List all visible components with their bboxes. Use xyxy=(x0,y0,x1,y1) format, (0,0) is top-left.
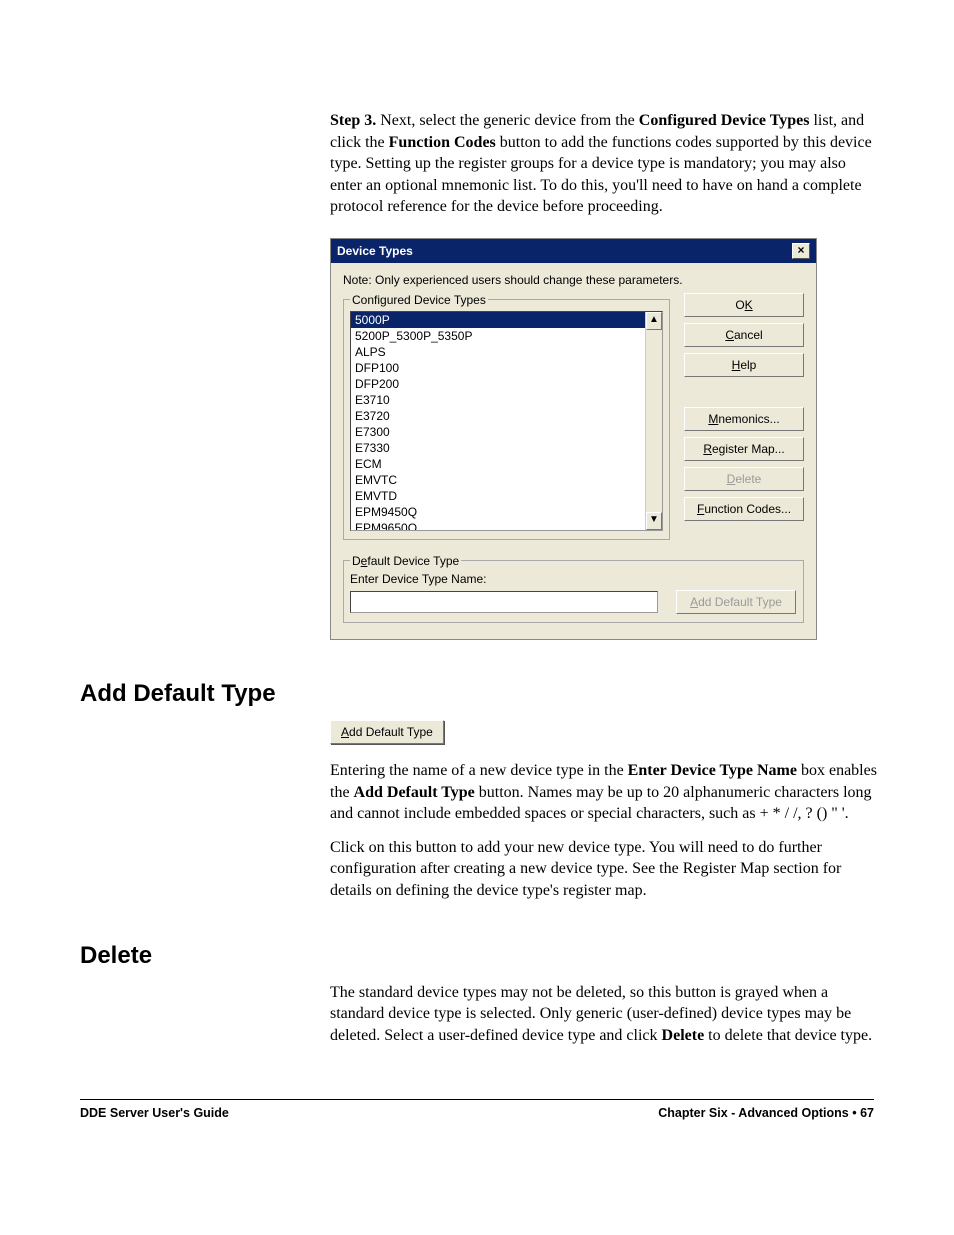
list-item[interactable]: EPM9450Q xyxy=(351,504,662,520)
add-default-p2: Click on this button to add your new dev… xyxy=(330,837,878,902)
add-default-p1: Entering the name of a new device type i… xyxy=(330,760,878,825)
add-default-type-button[interactable]: Add Default Type xyxy=(676,590,796,614)
page-footer: DDE Server User's Guide Chapter Six - Ad… xyxy=(80,1099,874,1120)
list-item[interactable]: EPM9650Q xyxy=(351,520,662,531)
list-item[interactable]: DFP200 xyxy=(351,376,662,392)
dialog-note: Note: Only experienced users should chan… xyxy=(343,273,804,287)
listbox-scrollbar[interactable]: ▲ ▼ xyxy=(645,312,662,530)
list-item[interactable]: ALPS xyxy=(351,344,662,360)
device-type-name-input[interactable] xyxy=(350,591,658,613)
function-codes-button[interactable]: Function Codes... xyxy=(684,497,804,521)
cancel-button[interactable]: Cancel xyxy=(684,323,804,347)
register-map-button[interactable]: Register Map... xyxy=(684,437,804,461)
list-item[interactable]: 5200P_5300P_5350P xyxy=(351,328,662,344)
heading-delete: Delete xyxy=(80,942,874,970)
scroll-down-icon[interactable]: ▼ xyxy=(646,512,662,530)
device-listbox[interactable]: 5000P5200P_5300P_5350PALPSDFP100DFP200E3… xyxy=(350,311,663,531)
ok-button[interactable]: OK xyxy=(684,293,804,317)
device-types-dialog: Device Types × Note: Only experienced us… xyxy=(330,238,817,640)
list-item[interactable]: ECM xyxy=(351,456,662,472)
configured-legend: Configured Device Types xyxy=(350,293,488,307)
footer-right: Chapter Six - Advanced Options • 67 xyxy=(658,1106,874,1120)
intro-block: Step 3. Next, select the generic device … xyxy=(330,110,878,640)
mnemonics-button[interactable]: Mnemonics... xyxy=(684,407,804,431)
list-item[interactable]: 5000P xyxy=(351,312,662,328)
footer-left: DDE Server User's Guide xyxy=(80,1106,229,1120)
default-legend: Default Device Type xyxy=(350,554,461,568)
step-label: Step 3. xyxy=(330,112,376,129)
scroll-up-icon[interactable]: ▲ xyxy=(646,312,662,330)
dialog-title: Device Types xyxy=(337,244,413,258)
delete-button[interactable]: Delete xyxy=(684,467,804,491)
list-item[interactable]: E3720 xyxy=(351,408,662,424)
list-item[interactable]: EMVTC xyxy=(351,472,662,488)
default-type-group: Default Device Type Enter Device Type Na… xyxy=(343,554,804,623)
list-item[interactable]: E7330 xyxy=(351,440,662,456)
enter-name-label: Enter Device Type Name: xyxy=(350,572,797,586)
delete-p1: The standard device types may not be del… xyxy=(330,982,878,1047)
list-item[interactable]: E3710 xyxy=(351,392,662,408)
close-icon[interactable]: × xyxy=(792,243,810,259)
step3-paragraph: Step 3. Next, select the generic device … xyxy=(330,110,878,218)
list-item[interactable]: E7300 xyxy=(351,424,662,440)
heading-add-default: Add Default Type xyxy=(80,680,874,708)
configured-group: Configured Device Types 5000P5200P_5300P… xyxy=(343,293,670,540)
list-item[interactable]: EMVTD xyxy=(351,488,662,504)
dialog-titlebar: Device Types × xyxy=(331,239,816,263)
add-default-button-image: Add Default Type xyxy=(330,720,874,744)
list-item[interactable]: DFP100 xyxy=(351,360,662,376)
page: Step 3. Next, select the generic device … xyxy=(0,0,954,1150)
help-button[interactable]: Help xyxy=(684,353,804,377)
